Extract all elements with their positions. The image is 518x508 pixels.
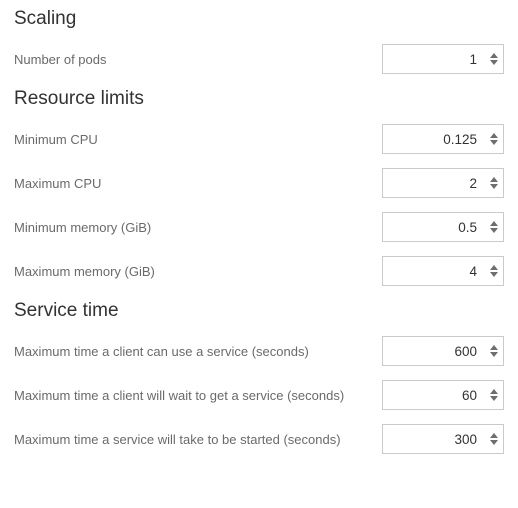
row-max-cpu: Maximum CPU [14,168,504,198]
chevron-up-icon [490,345,498,350]
row-min-mem: Minimum memory (GiB) [14,212,504,242]
min-cpu-input[interactable] [383,125,485,153]
label-max-wait: Maximum time a client will wait to get a… [14,388,382,403]
max-use-input[interactable] [383,337,485,365]
label-min-mem: Minimum memory (GiB) [14,220,382,235]
chevron-down-icon [490,396,498,401]
label-max-cpu: Maximum CPU [14,176,382,191]
row-max-mem: Maximum memory (GiB) [14,256,504,286]
section-heading-resource-limits: Resource limits [14,88,504,110]
max-use-stepper[interactable] [382,336,504,366]
max-use-stepper-controls[interactable] [485,337,503,365]
chevron-down-icon [490,272,498,277]
row-number-of-pods: Number of pods [14,44,504,74]
max-wait-stepper-controls[interactable] [485,381,503,409]
number-of-pods-stepper[interactable] [382,44,504,74]
min-mem-stepper[interactable] [382,212,504,242]
chevron-down-icon [490,184,498,189]
label-number-of-pods: Number of pods [14,52,382,67]
max-start-stepper[interactable] [382,424,504,454]
label-min-cpu: Minimum CPU [14,132,382,147]
max-start-stepper-controls[interactable] [485,425,503,453]
max-wait-input[interactable] [383,381,485,409]
max-cpu-stepper-controls[interactable] [485,169,503,197]
label-max-use: Maximum time a client can use a service … [14,344,382,359]
max-mem-stepper-controls[interactable] [485,257,503,285]
chevron-up-icon [490,133,498,138]
max-cpu-stepper[interactable] [382,168,504,198]
row-min-cpu: Minimum CPU [14,124,504,154]
chevron-down-icon [490,440,498,445]
row-max-use: Maximum time a client can use a service … [14,336,504,366]
chevron-up-icon [490,265,498,270]
number-of-pods-input[interactable] [383,45,485,73]
chevron-up-icon [490,389,498,394]
max-wait-stepper[interactable] [382,380,504,410]
chevron-up-icon [490,221,498,226]
chevron-up-icon [490,177,498,182]
label-max-mem: Maximum memory (GiB) [14,264,382,279]
settings-form: Scaling Number of pods Resource limits M… [0,0,518,482]
chevron-down-icon [490,60,498,65]
row-max-start: Maximum time a service will take to be s… [14,424,504,454]
min-cpu-stepper-controls[interactable] [485,125,503,153]
chevron-down-icon [490,228,498,233]
min-cpu-stepper[interactable] [382,124,504,154]
max-mem-stepper[interactable] [382,256,504,286]
chevron-up-icon [490,433,498,438]
number-of-pods-stepper-controls[interactable] [485,45,503,73]
label-max-start: Maximum time a service will take to be s… [14,432,382,447]
section-heading-scaling: Scaling [14,8,504,30]
max-start-input[interactable] [383,425,485,453]
max-mem-input[interactable] [383,257,485,285]
row-max-wait: Maximum time a client will wait to get a… [14,380,504,410]
section-heading-service-time: Service time [14,300,504,322]
min-mem-stepper-controls[interactable] [485,213,503,241]
chevron-down-icon [490,140,498,145]
max-cpu-input[interactable] [383,169,485,197]
chevron-up-icon [490,53,498,58]
min-mem-input[interactable] [383,213,485,241]
chevron-down-icon [490,352,498,357]
